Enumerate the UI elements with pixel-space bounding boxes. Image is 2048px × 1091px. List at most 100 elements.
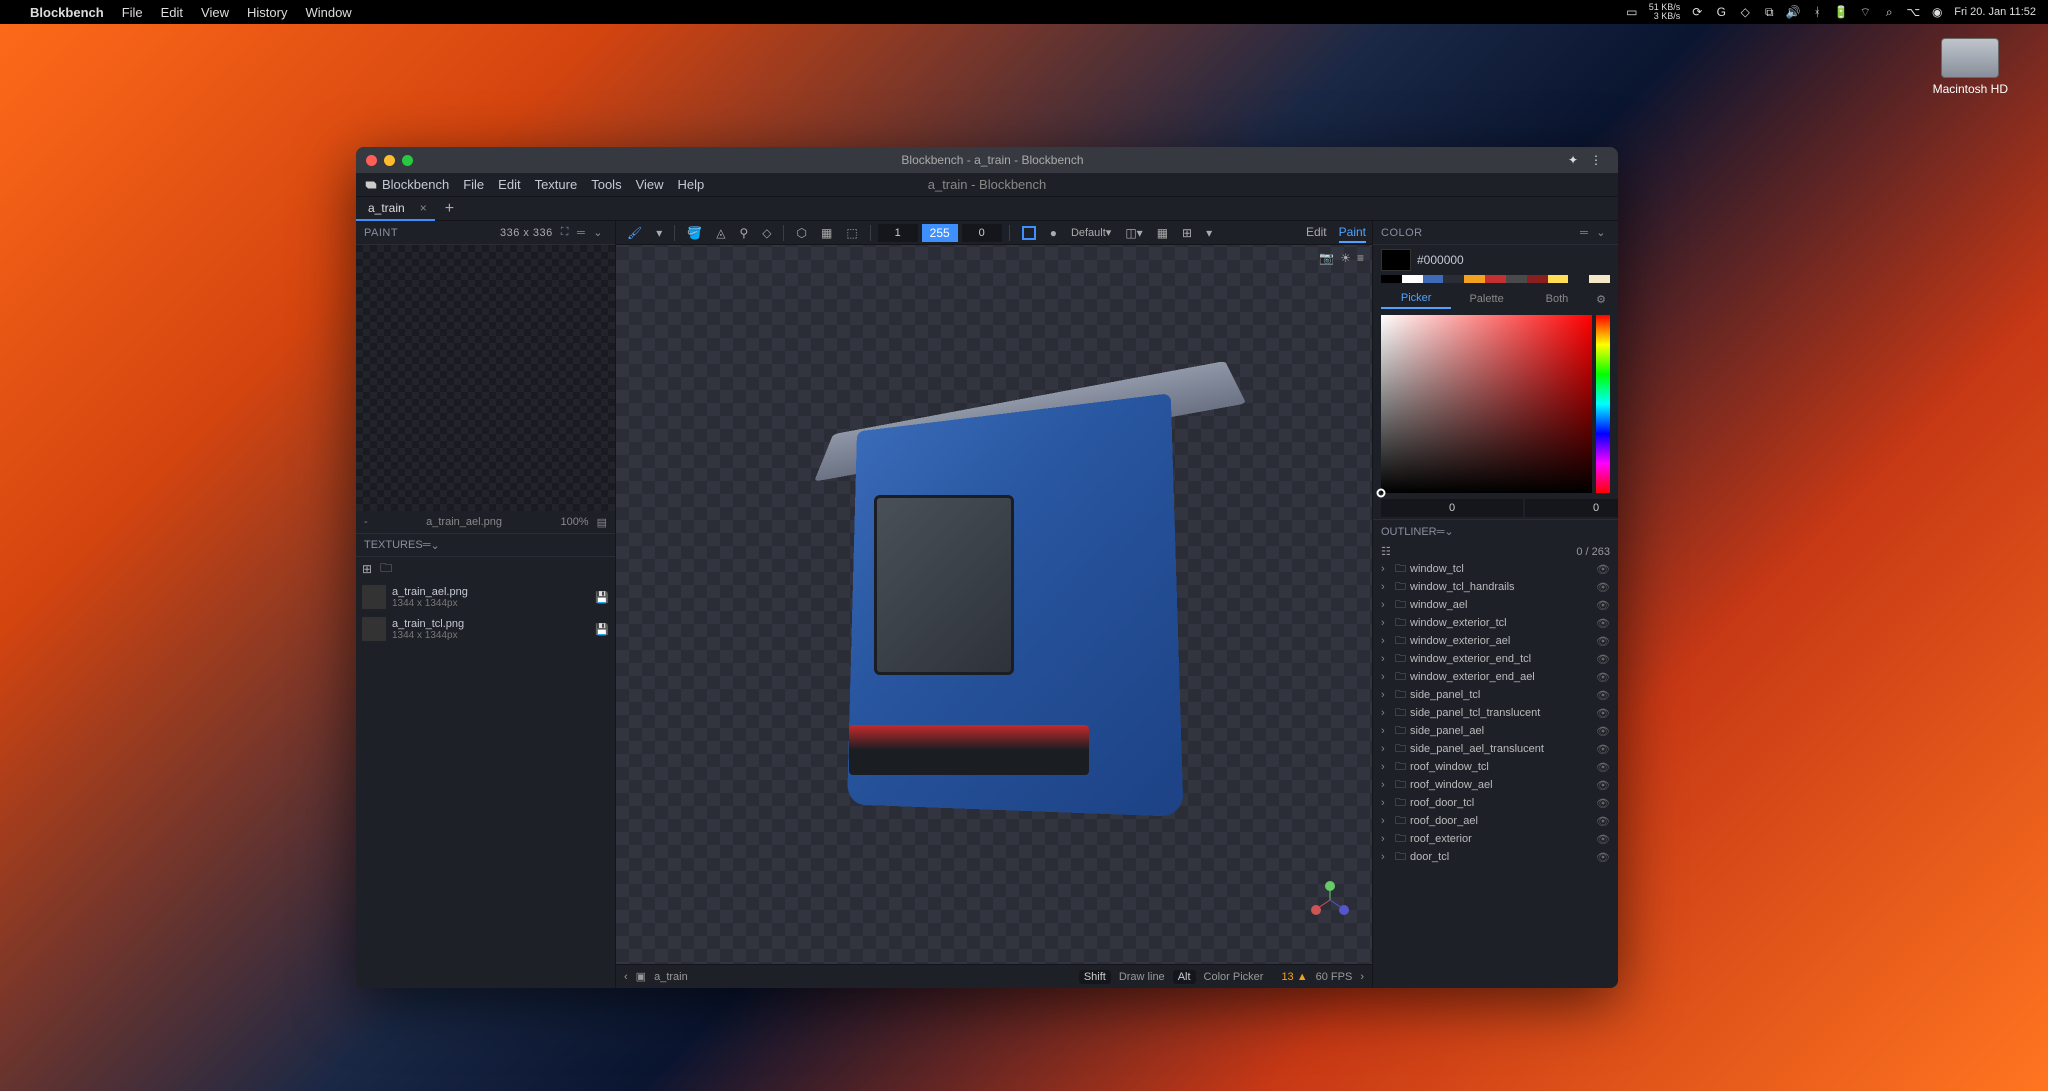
chevron-right-icon[interactable]: ›	[1381, 743, 1391, 755]
chevron-right-icon[interactable]: ›	[1381, 617, 1391, 629]
shape-square-icon[interactable]	[1022, 226, 1036, 240]
chevron-right-icon[interactable]: ›	[1381, 581, 1391, 593]
outliner-item[interactable]: ›🗀window_ael👁	[1373, 596, 1618, 614]
menubar-view[interactable]: View	[201, 5, 229, 20]
outliner-item[interactable]: ›🗀roof_exterior👁	[1373, 830, 1618, 848]
texture-item[interactable]: a_train_ael.png 1344 x 1344px 💾	[356, 581, 615, 613]
uv-mode-icon[interactable]: ▤	[589, 516, 607, 529]
outliner-options-icon[interactable]: ═	[1437, 526, 1445, 538]
status-forward-icon[interactable]: ›	[1360, 971, 1364, 983]
mode-edit[interactable]: Edit	[1306, 223, 1327, 243]
outliner-item[interactable]: ›🗀side_panel_tcl_translucent👁	[1373, 704, 1618, 722]
volume-icon[interactable]: 🔊	[1786, 5, 1800, 19]
visibility-icon[interactable]: 👁	[1596, 815, 1610, 828]
chevron-right-icon[interactable]: ›	[1381, 815, 1391, 827]
menu-tools[interactable]: Tools	[591, 177, 621, 192]
menu-texture[interactable]: Texture	[535, 177, 578, 192]
color-palette[interactable]	[1373, 275, 1618, 287]
color-tab-both[interactable]: Both	[1522, 290, 1592, 308]
grid-icon[interactable]: ⊞	[1177, 223, 1197, 243]
red-input[interactable]	[1381, 499, 1523, 517]
maximize-window-button[interactable]	[402, 155, 413, 166]
status-back-icon[interactable]: ‹	[624, 971, 628, 983]
visibility-icon[interactable]: 👁	[1596, 581, 1610, 594]
textures-collapse-icon[interactable]: ⌄	[430, 539, 439, 552]
window-titlebar[interactable]: Blockbench - a_train - Blockbench ✦ ⋮	[356, 147, 1618, 173]
views-icon[interactable]: ▦	[1152, 223, 1173, 243]
outliner-item[interactable]: ›🗀window_exterior_ael👁	[1373, 632, 1618, 650]
chevron-right-icon[interactable]: ›	[1381, 851, 1391, 863]
visibility-icon[interactable]: 👁	[1596, 833, 1610, 846]
minimize-window-button[interactable]	[384, 155, 395, 166]
visibility-icon[interactable]: 👁	[1596, 851, 1610, 864]
chevron-right-icon[interactable]: ›	[1381, 761, 1391, 773]
outliner-item[interactable]: ›🗀roof_door_tcl👁	[1373, 794, 1618, 812]
shape-tool-icon[interactable]: ◇	[757, 223, 776, 243]
wifi-icon[interactable]: ⌔	[1858, 5, 1872, 19]
desktop-macintosh-hd[interactable]: Macintosh HD	[1933, 38, 2008, 96]
save-texture-icon[interactable]: 💾	[595, 591, 609, 604]
texture-item[interactable]: a_train_tcl.png 1344 x 1344px 💾	[356, 613, 615, 645]
brush-size-input[interactable]	[878, 224, 918, 242]
warning-icon[interactable]: ▲	[1297, 971, 1308, 983]
palette-swatch[interactable]	[1464, 275, 1485, 283]
outliner-item[interactable]: ›🗀window_exterior_end_tcl👁	[1373, 650, 1618, 668]
menu-file[interactable]: File	[463, 177, 484, 192]
visibility-icon[interactable]: 👁	[1596, 563, 1610, 576]
hue-slider[interactable]	[1596, 315, 1610, 493]
outliner-item[interactable]: ›🗀window_tcl_handrails👁	[1373, 578, 1618, 596]
bluetooth-icon[interactable]: ᚼ	[1810, 5, 1824, 19]
brush-tool-icon[interactable]: 🖌	[622, 223, 647, 243]
brush-opacity-input[interactable]: 255	[922, 224, 958, 242]
brush-softness-input[interactable]	[962, 224, 1002, 242]
palette-swatch[interactable]	[1485, 275, 1506, 283]
outliner-item[interactable]: ›🗀door_tcl👁	[1373, 848, 1618, 866]
saturation-value-box[interactable]	[1381, 315, 1592, 493]
palette-swatch[interactable]	[1443, 275, 1464, 283]
palette-swatch[interactable]	[1589, 275, 1610, 283]
fullscreen-icon[interactable]: ⛶	[557, 226, 573, 239]
menu-view[interactable]: View	[636, 177, 664, 192]
chevron-right-icon[interactable]: ›	[1381, 653, 1391, 665]
color-hex-value[interactable]: #000000	[1417, 253, 1464, 267]
outliner-collapse-icon[interactable]: ⌄	[1444, 525, 1453, 538]
add-tab-button[interactable]: +	[435, 200, 464, 218]
palette-swatch[interactable]	[1527, 275, 1548, 283]
palette-swatch[interactable]	[1506, 275, 1527, 283]
color-tab-palette[interactable]: Palette	[1451, 290, 1521, 308]
chevron-right-icon[interactable]: ›	[1381, 689, 1391, 701]
outliner-item[interactable]: ›🗀side_panel_ael👁	[1373, 722, 1618, 740]
blockbench-logo[interactable]: Blockbench	[364, 177, 449, 192]
sun-icon[interactable]: ☀	[1340, 251, 1351, 265]
lock-icon[interactable]: ▦	[816, 223, 837, 243]
visibility-icon[interactable]: 👁	[1596, 725, 1610, 738]
frame-icon[interactable]: ⬚	[841, 223, 862, 243]
palette-swatch[interactable]	[1423, 275, 1444, 283]
menubar-clock[interactable]: Fri 20. Jan 11:52	[1954, 6, 2036, 18]
visibility-icon[interactable]: 👁	[1596, 599, 1610, 612]
uv-editor[interactable]	[356, 245, 615, 511]
visibility-icon[interactable]: 👁	[1596, 761, 1610, 774]
chevron-right-icon[interactable]: ›	[1381, 833, 1391, 845]
mode-paint[interactable]: Paint	[1339, 223, 1366, 243]
visibility-icon[interactable]: 👁	[1596, 707, 1610, 720]
menubar-window[interactable]: Window	[305, 5, 351, 20]
close-tab-icon[interactable]: ×	[420, 201, 427, 215]
green-input[interactable]	[1525, 499, 1618, 517]
color-collapse-icon[interactable]: ⌄	[1592, 226, 1610, 239]
chevron-right-icon[interactable]: ›	[1381, 563, 1391, 575]
chevron-right-icon[interactable]: ›	[1381, 725, 1391, 737]
outliner-item[interactable]: ›🗀window_exterior_tcl👁	[1373, 614, 1618, 632]
outliner-item[interactable]: ›🗀side_panel_ael_translucent👁	[1373, 740, 1618, 758]
sync-icon[interactable]: ⟳	[1690, 5, 1704, 19]
outliner-item[interactable]: ›🗀roof_window_ael👁	[1373, 776, 1618, 794]
chevron-right-icon[interactable]: ›	[1381, 707, 1391, 719]
plugin-icon[interactable]: ✦	[1562, 153, 1584, 167]
chevron-right-icon[interactable]: ›	[1381, 635, 1391, 647]
new-folder-icon[interactable]: 🗀	[380, 559, 392, 580]
chevron-right-icon[interactable]: ›	[1381, 599, 1391, 611]
visibility-icon[interactable]: 👁	[1596, 743, 1610, 756]
chevron-right-icon[interactable]: ›	[1381, 671, 1391, 683]
search-icon[interactable]: ⌕	[1882, 5, 1896, 19]
uv-size-label[interactable]: 336 x 336	[496, 227, 557, 239]
